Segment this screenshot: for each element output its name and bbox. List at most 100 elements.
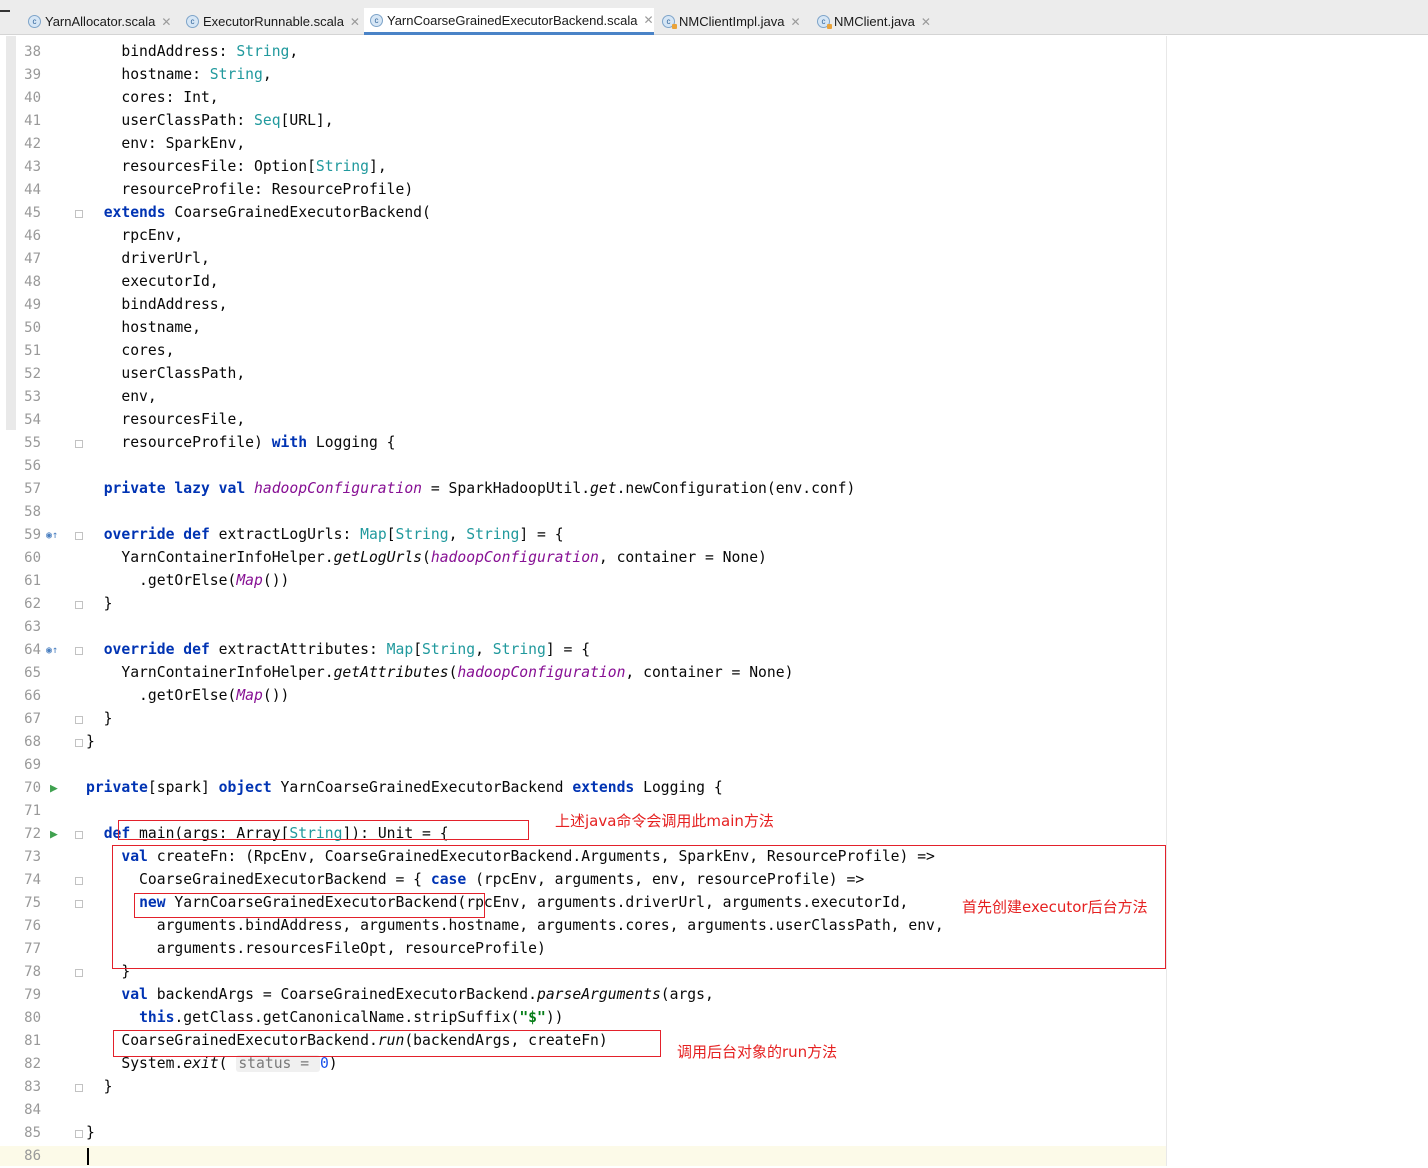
code-token: resourcesFile, <box>86 411 246 428</box>
line-number: 70 <box>24 780 41 796</box>
close-icon[interactable]: ✕ <box>790 15 800 29</box>
code-token: extractLogUrls: <box>209 526 361 543</box>
editor-tab[interactable]: c NMClientImpl.java ✕ <box>656 8 810 35</box>
fold-marker-icon[interactable] <box>75 739 83 747</box>
run-icon[interactable]: ▶ <box>50 777 58 800</box>
annotation-run-note: 调用后台对象的run方法 <box>677 1043 838 1061</box>
code-token: extends <box>103 204 166 221</box>
code-token: CoarseGrainedExecutorBackend( <box>165 204 431 221</box>
editor-tab-label: YarnCoarseGrainedExecutorBackend.scala <box>387 12 638 28</box>
editor-tab[interactable]: c ExecutorRunnable.scala ✕ <box>180 8 362 35</box>
code-line: this.getClass.getCanonicalName.stripSuff… <box>86 1006 564 1029</box>
code-token: val <box>121 986 148 1003</box>
line-number: 80 <box>24 1010 41 1026</box>
fold-marker-icon[interactable] <box>75 601 83 609</box>
code-token: [ <box>386 526 396 543</box>
code-token: String <box>395 526 449 543</box>
gutter-scroll-marker[interactable] <box>6 36 16 430</box>
fold-marker-icon[interactable] <box>75 647 83 655</box>
code-token: = SparkHadoopUtil. <box>422 480 591 497</box>
code-token: String <box>492 641 546 658</box>
fold-marker-icon[interactable] <box>75 716 83 724</box>
scala-class-icon: c <box>370 13 383 27</box>
code-token: [ <box>413 641 423 658</box>
code-token: , <box>289 43 299 60</box>
line-number: 48 <box>24 274 41 290</box>
fold-marker-icon[interactable] <box>75 1130 83 1138</box>
code-token: object <box>218 779 272 796</box>
close-icon[interactable]: ✕ <box>921 15 931 29</box>
text-caret <box>87 1148 89 1165</box>
code-token: Map <box>386 641 414 658</box>
line-number: 51 <box>24 343 41 359</box>
fold-marker-icon[interactable] <box>75 210 83 218</box>
code-line: override def extractAttributes: Map[Stri… <box>86 638 590 661</box>
line-number: 41 <box>24 113 41 129</box>
code-line: private lazy val hadoopConfiguration = S… <box>86 477 856 500</box>
code-token: ( <box>218 1055 237 1072</box>
fold-marker-icon[interactable] <box>75 440 83 448</box>
line-number: 84 <box>24 1102 41 1118</box>
editor-tab[interactable]: c YarnCoarseGrainedExecutorBackend.scala ✕ <box>364 8 654 35</box>
code-token: ()) <box>262 687 290 704</box>
code-line: } <box>86 707 113 730</box>
close-icon[interactable]: ✕ <box>350 15 360 29</box>
fold-marker-icon[interactable] <box>75 1084 83 1092</box>
fold-marker-icon[interactable] <box>75 877 83 885</box>
editor-tab[interactable]: c YarnAllocator.scala ✕ <box>22 8 178 35</box>
code-token: YarnCoarseGrainedExecutorBackend <box>271 779 573 796</box>
run-icon[interactable]: ▶ <box>50 823 58 846</box>
line-number: 65 <box>24 665 41 681</box>
code-line: hostname: String, <box>86 63 271 86</box>
override-method-icon[interactable]: ◉↑ <box>46 639 58 662</box>
close-icon[interactable]: ✕ <box>161 15 171 29</box>
code-token: [URL], <box>280 112 334 129</box>
annotation-box-main <box>118 820 529 840</box>
code-token: ) <box>328 1055 338 1072</box>
code-line: .getOrElse(Map()) <box>86 569 289 592</box>
close-icon[interactable]: ✕ <box>644 13 654 27</box>
editor-tab[interactable]: c NMClient.java ✕ <box>811 8 935 35</box>
fold-marker-icon[interactable] <box>75 532 83 540</box>
code-token: System. <box>86 1055 184 1072</box>
code-token: Seq <box>254 112 281 129</box>
line-number: 53 <box>24 389 41 405</box>
line-number: 49 <box>24 297 41 313</box>
override-method-icon[interactable]: ◉↑ <box>46 524 58 547</box>
code-token: )) <box>545 1009 564 1026</box>
code-token: .getOrElse( <box>86 572 237 589</box>
line-number: 43 <box>24 159 41 175</box>
code-token: Logging { <box>634 779 723 796</box>
fold-marker-icon[interactable] <box>75 831 83 839</box>
line-number: 61 <box>24 573 41 589</box>
code-token: getAttributes <box>333 664 449 681</box>
code-token: resourceProfile) <box>86 434 272 451</box>
scala-class-icon: c <box>28 15 41 28</box>
line-number: 52 <box>24 366 41 382</box>
collapse-dash[interactable] <box>0 10 10 12</box>
code-line: } <box>86 1121 95 1144</box>
code-token: } <box>86 1124 95 1141</box>
code-token: ], <box>368 158 387 175</box>
code-token: Map <box>236 572 263 589</box>
code-token: .newConfiguration(env.conf) <box>616 480 856 497</box>
code-token: parseArguments <box>536 986 661 1003</box>
line-number: 75 <box>24 895 41 911</box>
fold-marker-icon[interactable] <box>75 969 83 977</box>
line-number: 66 <box>24 688 41 704</box>
code-token: backendArgs = CoarseGrainedExecutorBacke… <box>147 986 537 1003</box>
code-line: override def extractLogUrls: Map[String,… <box>86 523 564 546</box>
code-token: driverUrl, <box>86 250 210 267</box>
editor-tab-label: NMClient.java <box>834 14 915 29</box>
code-token: , container = None) <box>598 549 767 566</box>
fold-marker-icon[interactable] <box>75 900 83 908</box>
code-line: resourceProfile: ResourceProfile) <box>86 178 413 201</box>
line-number: 78 <box>24 964 41 980</box>
line-number: 69 <box>24 757 41 773</box>
line-number: 86 <box>24 1148 41 1164</box>
